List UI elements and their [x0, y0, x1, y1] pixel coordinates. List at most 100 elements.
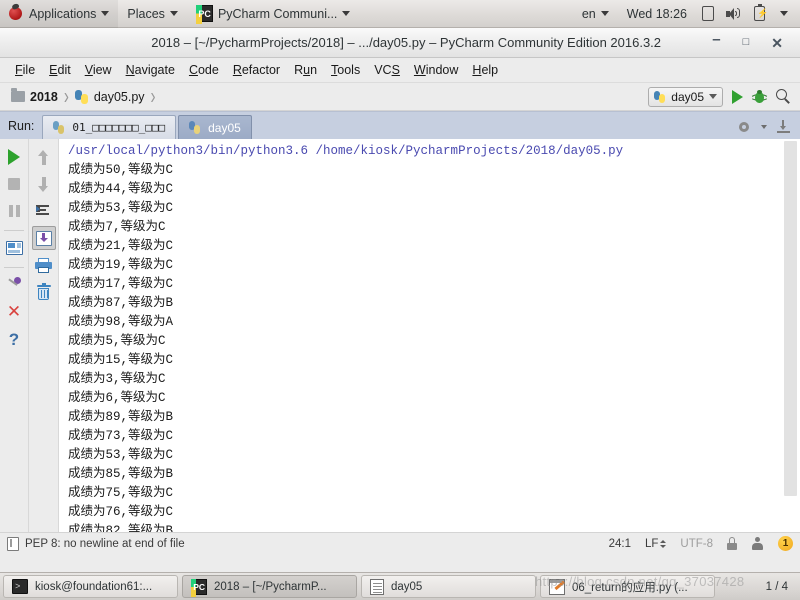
- console-line: 成绩为53,等级为C: [68, 448, 174, 462]
- console-line: 成绩为87,等级为B: [68, 296, 174, 310]
- run-configuration-selector[interactable]: day05: [648, 86, 723, 107]
- hide-window-icon[interactable]: [777, 120, 790, 134]
- console-line: 成绩为21,等级为C: [68, 239, 174, 253]
- layout-button[interactable]: [2, 236, 26, 260]
- navigation-bar: 2018 › day05.py › day05: [0, 83, 800, 111]
- run-console[interactable]: /usr/local/python3/bin/python3.6 /home/k…: [59, 139, 800, 532]
- settings-gear-icon[interactable]: [737, 120, 751, 134]
- menu-view[interactable]: View: [78, 61, 119, 79]
- system-menu-toggle[interactable]: [771, 0, 800, 28]
- python-file-icon: [189, 121, 202, 134]
- menu-help[interactable]: Help: [465, 61, 505, 79]
- soft-wrap-button[interactable]: [32, 199, 56, 223]
- console-line: 成绩为73,等级为C: [68, 429, 174, 443]
- places-menu-label: Places: [127, 6, 165, 21]
- breadcrumb-file[interactable]: day05.py: [72, 89, 148, 105]
- window-controls: – □ ✕: [712, 32, 800, 50]
- line-separator-widget[interactable]: LF: [645, 538, 667, 550]
- menu-file[interactable]: File: [8, 61, 42, 79]
- taskbar-item-terminal[interactable]: kiosk@foundation61:...: [3, 575, 178, 598]
- rerun-button[interactable]: [2, 145, 26, 169]
- python-file-icon: [74, 89, 89, 104]
- run-toolwindow-actions: [737, 120, 800, 139]
- status-bar-right: 24:1 LF UTF-8 1: [609, 536, 793, 551]
- console-command-line: /usr/local/python3/bin/python3.6 /home/k…: [68, 144, 624, 158]
- menu-edit[interactable]: Edit: [42, 61, 78, 79]
- close-button[interactable]: ✕: [2, 300, 26, 324]
- search-everywhere-icon[interactable]: [776, 89, 791, 104]
- chevron-updown-icon: [660, 539, 667, 548]
- toolwindow-toggle-icon[interactable]: [7, 536, 19, 551]
- maximize-button[interactable]: □: [743, 37, 750, 48]
- run-tab-01[interactable]: 01_□□□□□□□_□□□: [42, 115, 177, 139]
- desktop-taskbar: kiosk@foundation61:... PC 2018 – [~/Pych…: [0, 572, 800, 600]
- encoding-widget[interactable]: UTF-8: [680, 538, 713, 550]
- breadcrumb-project[interactable]: 2018: [8, 88, 61, 105]
- run-configuration-label: day05: [671, 89, 704, 104]
- taskbar-item-label: kiosk@foundation61:...: [35, 580, 153, 593]
- console-output: /usr/local/python3/bin/python3.6 /home/k…: [59, 139, 800, 532]
- console-line: 成绩为17,等级为C: [68, 277, 174, 291]
- active-window-label: PyCharm Communi...: [217, 6, 338, 21]
- menu-navigate[interactable]: Navigate: [119, 61, 182, 79]
- console-line: 成绩为7,等级为C: [68, 220, 166, 234]
- gnome-foot-icon: [9, 7, 22, 20]
- debug-button[interactable]: [751, 89, 768, 104]
- breadcrumb-file-label: day05.py: [93, 89, 145, 104]
- battery-icon[interactable]: ⚡: [754, 4, 768, 21]
- read-only-lock-icon[interactable]: [727, 537, 737, 550]
- console-line: 成绩为5,等级为C: [68, 334, 166, 348]
- run-tab-day05-label: day05: [208, 120, 241, 135]
- pause-button[interactable]: [2, 199, 26, 223]
- places-menu[interactable]: Places: [118, 0, 187, 28]
- applications-menu[interactable]: Applications: [0, 0, 119, 28]
- taskbar-item-label: 2018 – [~/PycharmP...: [214, 580, 327, 593]
- applications-menu-label: Applications: [29, 6, 97, 21]
- menu-code[interactable]: Code: [182, 61, 226, 79]
- console-line: 成绩为98,等级为A: [68, 315, 174, 329]
- clock-label: Wed 18:26: [626, 6, 687, 21]
- taskbar-item-return-py[interactable]: 06_return的应用.py (...: [540, 575, 715, 598]
- pin-tab-button[interactable]: [2, 273, 26, 297]
- clear-all-button[interactable]: [32, 280, 56, 304]
- console-line: 成绩为3,等级为C: [68, 372, 166, 386]
- minimize-button[interactable]: –: [712, 32, 720, 47]
- taskbar-item-day05[interactable]: day05: [361, 575, 536, 598]
- vcs-person-icon[interactable]: [751, 536, 764, 551]
- breadcrumb-separator: ›: [150, 83, 156, 110]
- menu-tools[interactable]: Tools: [324, 61, 367, 79]
- run-button[interactable]: [732, 89, 743, 104]
- volume-icon[interactable]: [726, 7, 742, 21]
- scroll-to-end-button[interactable]: [31, 226, 56, 250]
- help-button[interactable]: ?: [2, 327, 26, 351]
- text-editor-icon: [549, 578, 565, 595]
- chevron-down-icon[interactable]: [761, 125, 767, 129]
- run-tab-01-label: 01_□□□□□□□_□□□: [72, 121, 166, 134]
- clock[interactable]: Wed 18:26: [618, 0, 696, 28]
- console-line: 成绩为19,等级为C: [68, 258, 174, 272]
- run-tab-day05[interactable]: day05: [178, 115, 252, 139]
- print-button[interactable]: [32, 253, 56, 277]
- taskbar-item-pycharm[interactable]: PC 2018 – [~/PycharmP...: [182, 575, 357, 598]
- scroll-down-button[interactable]: [32, 172, 56, 196]
- menu-bar: File Edit View Navigate Code Refactor Ru…: [0, 58, 800, 83]
- pycharm-icon: PC: [195, 5, 213, 24]
- scroll-up-button[interactable]: [32, 145, 56, 169]
- active-window-menu[interactable]: PC PyCharm Communi...: [187, 0, 359, 28]
- keyboard-layout-label: en: [581, 6, 596, 21]
- workspace-indicator[interactable]: 1 / 4: [757, 581, 797, 593]
- status-badge[interactable]: 1: [778, 536, 793, 551]
- run-toolwindow-header: Run: 01_□□□□□□□_□□□ day05: [0, 111, 800, 139]
- menu-refactor[interactable]: Refactor: [226, 61, 287, 79]
- stop-button[interactable]: [2, 172, 26, 196]
- close-button[interactable]: ✕: [771, 36, 783, 50]
- chevron-down-icon: [600, 11, 609, 16]
- screen-icon[interactable]: [702, 6, 714, 21]
- menu-window[interactable]: Window: [407, 61, 465, 79]
- console-vertical-scrollbar[interactable]: [784, 141, 797, 496]
- menu-vcs[interactable]: VCS: [367, 61, 407, 79]
- console-line: 成绩为15,等级为C: [68, 353, 174, 367]
- keyboard-layout-indicator[interactable]: en: [573, 0, 618, 28]
- menu-run[interactable]: Run: [287, 61, 324, 79]
- caret-position[interactable]: 24:1: [609, 538, 631, 550]
